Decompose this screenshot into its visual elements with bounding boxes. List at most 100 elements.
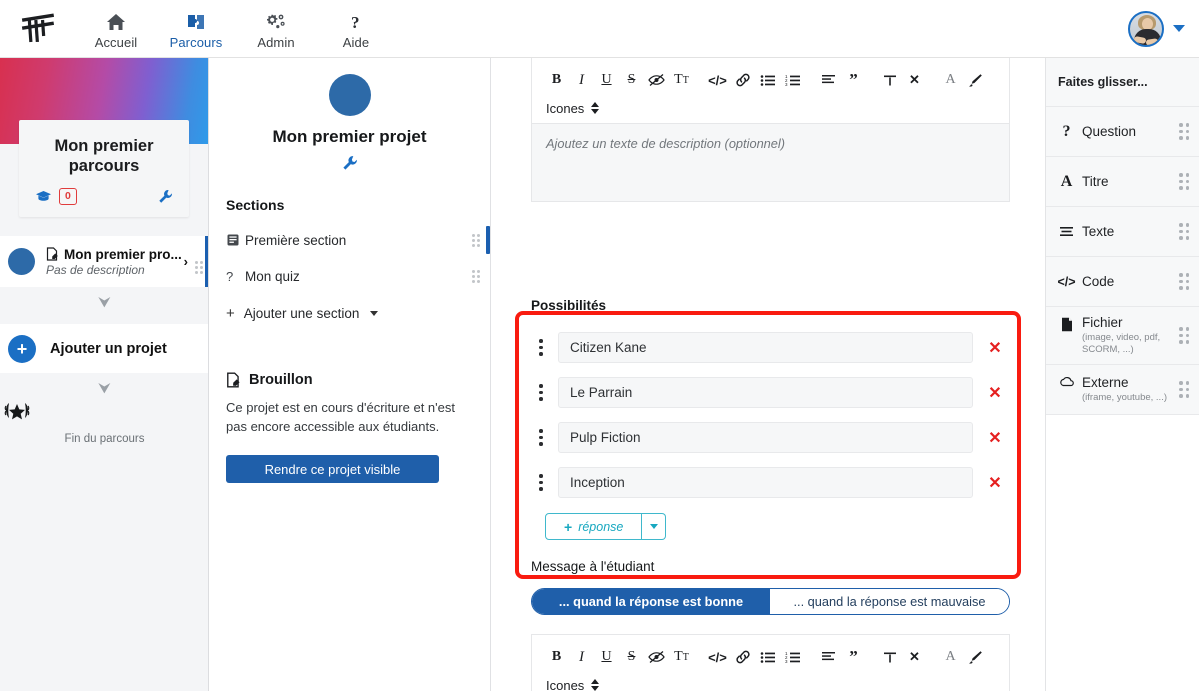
text-size-button[interactable]: TT [669,68,694,92]
palette-item-question[interactable]: ? Question [1046,107,1199,157]
answer-row-1: Citizen Kane ✕ [519,325,1017,370]
highlight-brush-icon[interactable] [963,68,988,92]
book-icon [226,233,245,247]
sidebar-item-mon-quiz[interactable]: ? Mon quiz [209,259,490,293]
highlight-brush-icon[interactable] [963,645,988,669]
link-icon[interactable] [730,645,755,669]
italic-button[interactable]: I [569,68,594,92]
palette-item-code[interactable]: </> Code [1046,257,1199,307]
chevron-down-icon [370,310,379,316]
underline-button[interactable]: U [594,68,619,92]
palette-sub-fichier: (image, video, pdf, SCORM, ...) [1082,332,1161,355]
strikethrough-button[interactable]: S [619,645,644,669]
drag-handle[interactable] [195,261,203,274]
project-settings-wrench-icon[interactable] [342,155,358,171]
strikethrough-button[interactable]: S [619,68,644,92]
text-size-button[interactable]: TT [669,645,694,669]
code-icon[interactable]: </> [705,645,730,669]
expand-chevrons-top[interactable]: ⮟ [0,287,208,317]
palette-drag-handle-titre[interactable] [1179,173,1189,190]
clear-format-icon[interactable]: ✕ [902,645,927,669]
link-icon[interactable] [730,68,755,92]
bold-button[interactable]: B [544,645,569,669]
indent-icon[interactable] [877,645,902,669]
nav-item-accueil[interactable]: Accueil [76,8,156,50]
description-textarea[interactable]: Ajoutez un texte de description (optionn… [532,123,1009,201]
answer-input-4[interactable]: Inception [558,467,973,498]
answer-delete-button-3[interactable]: ✕ [973,428,1017,448]
bold-button[interactable]: B [544,68,569,92]
project-list-item[interactable]: Mon premier pro... Pas de description › [0,236,208,287]
palette-item-fichier[interactable]: Fichier (image, video, pdf, SCORM, ...) [1046,307,1199,365]
quote-icon[interactable]: ” [841,645,866,669]
palette-label-texte: Texte [1082,224,1115,239]
bullet-list-icon[interactable] [755,645,780,669]
section-drag-handle-1[interactable] [472,233,480,247]
numbered-list-icon[interactable]: 123 [780,645,805,669]
sidebar-item-premiere-section[interactable]: Première section [209,223,490,257]
answer-input-1[interactable]: Citizen Kane [558,332,973,363]
answer-drag-handle-3[interactable] [532,429,550,446]
sections-heading: Sections [226,197,285,213]
good-answer-editor-card: B I U S TT </> 1 2 3 ” ✕ A Icones [531,634,1010,691]
underline-button[interactable]: U [594,645,619,669]
italic-button[interactable]: I [569,645,594,669]
bullet-list-icon[interactable] [755,68,780,92]
publish-project-button[interactable]: Rendre ce projet visible [226,455,439,483]
palette-item-titre[interactable]: A Titre [1046,157,1199,207]
avatar[interactable] [1128,10,1164,47]
add-answer-button[interactable]: + réponse [545,513,643,540]
user-menu[interactable] [1128,10,1185,47]
nav-item-aide[interactable]: ? Aide [316,8,396,50]
add-section-button[interactable]: + Ajouter une section [209,296,490,330]
wrench-icon[interactable] [158,189,173,204]
answer-drag-handle-1[interactable] [532,339,550,356]
add-answer-dropdown-toggle[interactable] [642,513,667,540]
hidden-text-icon[interactable] [644,68,669,92]
palette-label-code: Code [1082,274,1115,289]
tab-bad-answer[interactable]: ... quand la réponse est mauvaise [770,589,1009,614]
svg-text:3: 3 [785,82,788,87]
palette-item-externe[interactable]: Externe (iframe, youtube, ...) [1046,365,1199,415]
numbered-list-icon[interactable]: 123 [780,68,805,92]
add-project-button[interactable]: + Ajouter un projet [0,324,208,373]
icones-dropdown[interactable]: Icones [544,93,997,123]
quote-icon[interactable]: ” [841,68,866,92]
answer-drag-handle-2[interactable] [532,384,550,401]
answer-input-2[interactable]: Le Parrain [558,377,973,408]
palette-drag-handle-texte[interactable] [1179,223,1189,240]
palette-drag-handle-question[interactable] [1179,123,1189,140]
hidden-text-icon[interactable] [644,645,669,669]
sort-updown-icon [591,102,600,114]
section-drag-handle-2[interactable] [472,269,480,283]
palette-drag-handle-code[interactable] [1179,273,1189,290]
code-icon[interactable]: </> [705,68,730,92]
align-left-icon[interactable] [816,645,841,669]
svg-text:3: 3 [785,659,788,664]
end-of-path-label: Fin du parcours [64,433,145,445]
answer-delete-button-2[interactable]: ✕ [973,383,1017,403]
palette-drag-handle-externe[interactable] [1179,381,1189,398]
parcours-card[interactable]: Mon premier parcours 0 [19,120,189,217]
nav-item-admin[interactable]: Admin [236,8,316,50]
cloud-icon [1058,376,1075,387]
svg-text:?: ? [351,13,360,31]
nav-item-parcours[interactable]: Parcours [156,8,236,50]
font-color-icon[interactable]: A [938,645,963,669]
answer-delete-button-1[interactable]: ✕ [973,338,1017,358]
answer-input-3[interactable]: Pulp Fiction [558,422,973,453]
palette-item-texte[interactable]: Texte [1046,207,1199,257]
app-logo[interactable] [0,12,76,46]
icones-dropdown-2[interactable]: Icones [544,670,997,691]
tab-good-answer[interactable]: ... quand la réponse est bonne [532,589,770,614]
clear-format-icon[interactable]: ✕ [902,68,927,92]
align-left-icon[interactable] [816,68,841,92]
answer-delete-button-4[interactable]: ✕ [973,473,1017,493]
answer-drag-handle-4[interactable] [532,474,550,491]
plus-icon: + [226,304,235,322]
chevron-down-icon[interactable] [1173,25,1185,32]
indent-icon[interactable] [877,68,902,92]
add-answer-label: réponse [578,519,624,534]
palette-drag-handle-fichier[interactable] [1179,327,1189,344]
font-color-icon[interactable]: A [938,68,963,92]
